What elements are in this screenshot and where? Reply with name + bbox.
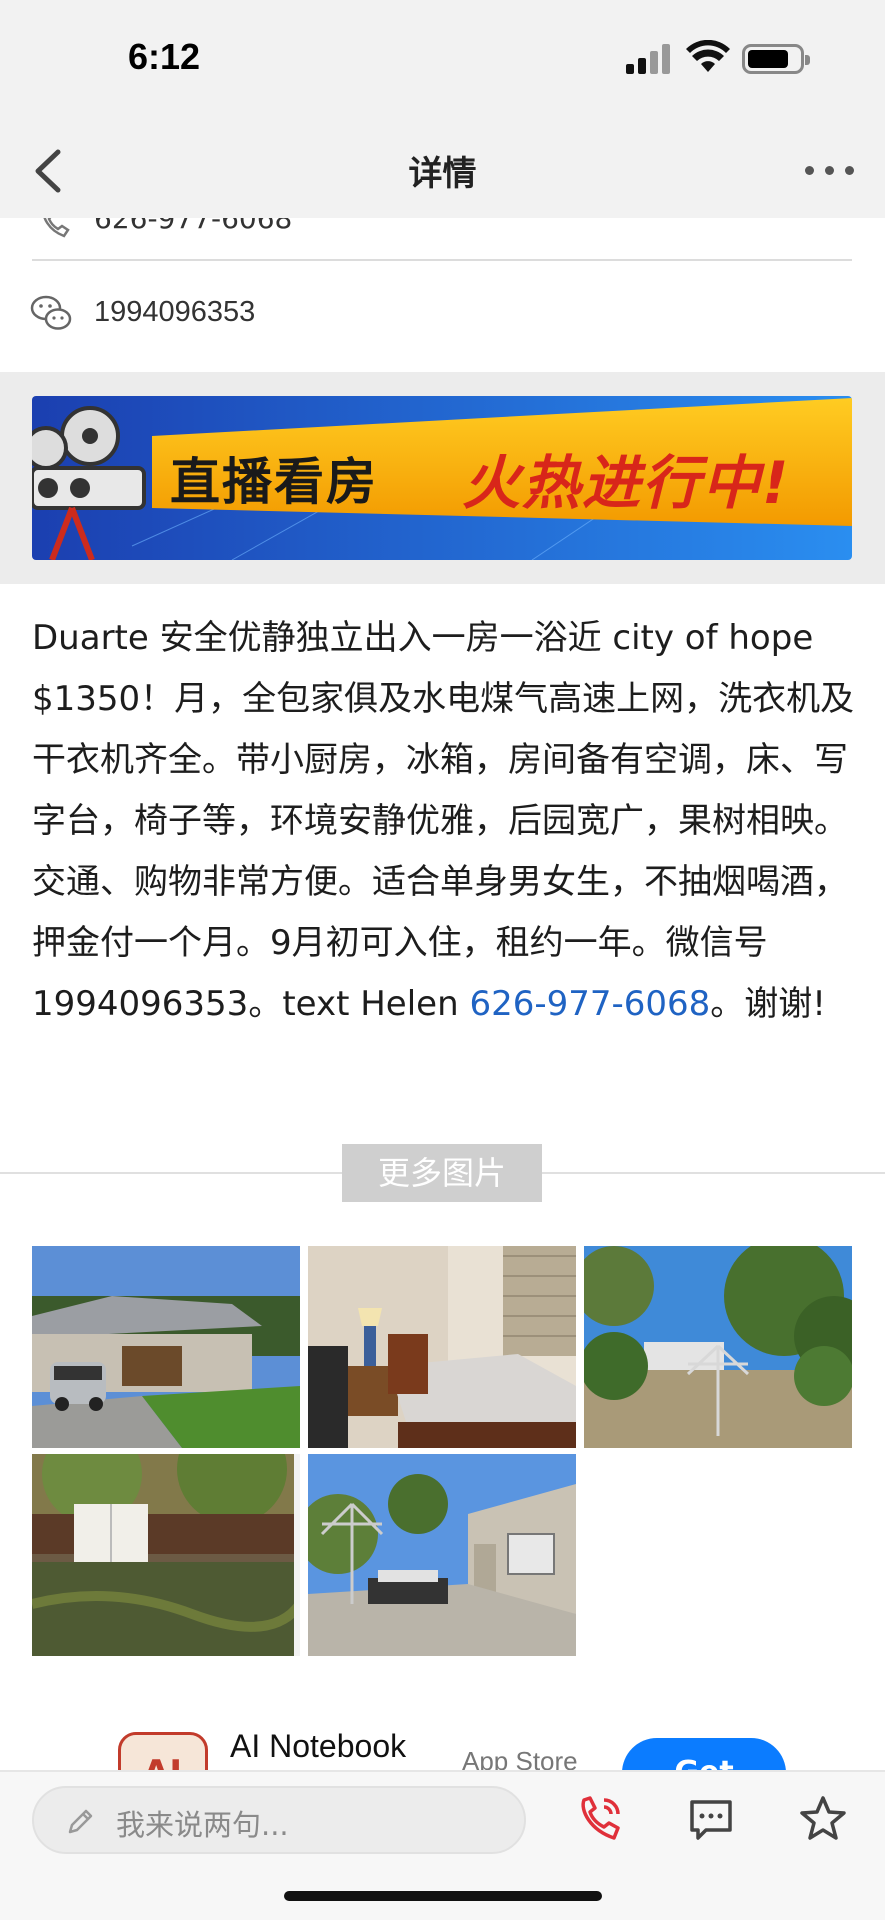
home-indicator: [284, 1891, 602, 1901]
detail-page: 6:12 详情 626-977-6068 1994096353 直播看房 火热进…: [0, 0, 885, 1920]
pen-icon: [68, 1809, 93, 1834]
banner-text-left: 直播看房: [170, 453, 378, 511]
photo-house-front[interactable]: [32, 1246, 300, 1448]
divider: [32, 259, 852, 261]
wechat-icon: [30, 295, 72, 330]
app-name: AI Notebook: [230, 1728, 407, 1764]
wifi-icon: [686, 40, 730, 72]
phone-icon: [43, 218, 70, 238]
photo-patio[interactable]: [308, 1454, 576, 1656]
app-store-label: App Store: [462, 1746, 578, 1772]
phone-row[interactable]: 626-977-6068: [0, 218, 885, 260]
photo-bedroom[interactable]: [308, 1246, 576, 1448]
listing-description: Duarte 安全优静独立出入一房一浴近 city of hope $1350！…: [32, 608, 856, 1035]
phone-call-icon[interactable]: [574, 1794, 624, 1844]
star-icon[interactable]: [798, 1794, 848, 1844]
wechat-row[interactable]: 1994096353: [0, 284, 885, 344]
comment-placeholder: 我来说两句...: [116, 1808, 289, 1842]
get-app-button[interactable]: Get: [622, 1738, 786, 1772]
status-bar: 6:12: [0, 0, 885, 120]
photo-backyard-trees[interactable]: [584, 1246, 852, 1448]
comment-input[interactable]: 我来说两句...: [32, 1786, 526, 1854]
app-promo-card: AI AI Notebook App Store Get: [0, 1712, 885, 1772]
signal-icon: [626, 44, 674, 74]
description-tail: 。谢谢!: [710, 984, 826, 1024]
banner-text-right: 火热进行中!: [462, 449, 791, 517]
more-pictures-button[interactable]: 更多图片: [342, 1144, 542, 1202]
chat-bubble-icon[interactable]: [686, 1794, 736, 1844]
wechat-id: 1994096353: [94, 296, 256, 328]
description-text: Duarte 安全优静独立出入一房一浴近 city of hope $1350！…: [32, 618, 855, 1024]
app-icon: AI: [118, 1732, 208, 1772]
battery-icon: [742, 44, 810, 74]
photo-garden-shed[interactable]: [32, 1454, 300, 1656]
status-time: 6:12: [128, 36, 201, 77]
phone-number: 626-977-6068: [94, 218, 293, 235]
nav-bar: 详情: [0, 120, 885, 218]
more-dots-icon[interactable]: [805, 160, 855, 180]
phone-link[interactable]: 626-977-6068: [469, 984, 710, 1024]
page-title: 详情: [408, 154, 477, 194]
live-viewing-banner[interactable]: 直播看房 火热进行中!: [32, 396, 852, 560]
